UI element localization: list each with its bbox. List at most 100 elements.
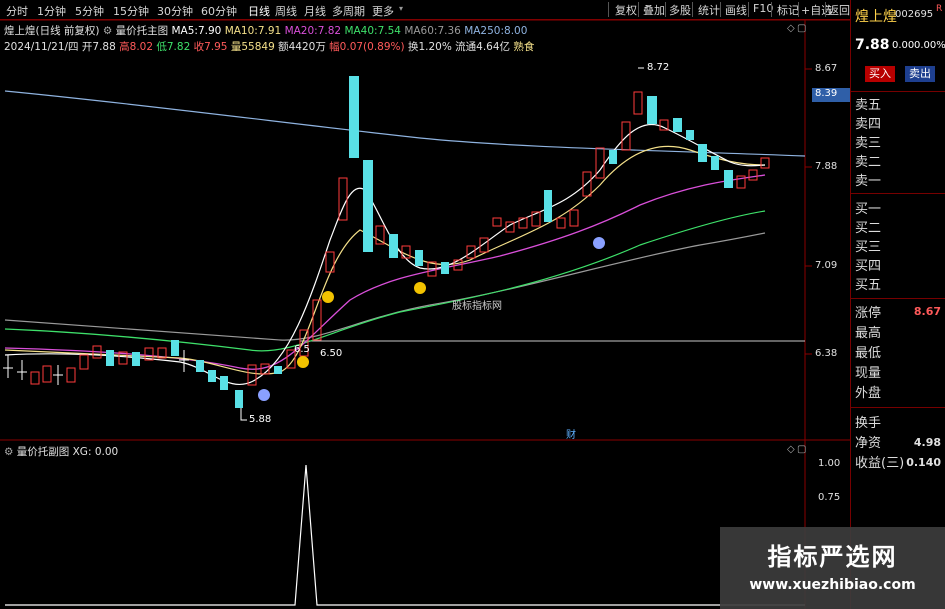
candle bbox=[106, 350, 114, 366]
stock-name: 煌上煌 bbox=[855, 9, 897, 25]
candle bbox=[171, 340, 179, 356]
ask-row-2: 卖二 bbox=[855, 155, 882, 170]
candle bbox=[208, 370, 216, 382]
sub-tick-label: 0.75 bbox=[818, 492, 841, 503]
xg-signal-line bbox=[5, 464, 805, 606]
sad-marker-icon[interactable] bbox=[593, 237, 605, 249]
candle bbox=[673, 118, 682, 132]
stat-turnover-label: 换手 bbox=[855, 416, 882, 431]
stat-high-label: 最高 bbox=[855, 326, 882, 341]
smile-marker-icon[interactable] bbox=[322, 291, 334, 303]
xg-value: 0.00 bbox=[94, 446, 119, 458]
low-annotation-line bbox=[240, 408, 247, 421]
candle bbox=[132, 352, 140, 366]
panel-divider bbox=[851, 193, 945, 194]
panel-divider bbox=[851, 91, 945, 92]
low-price-label: 5.88 bbox=[249, 414, 272, 425]
candle bbox=[274, 366, 282, 374]
quote-panel: 煌上煌 002695 R 7.88 0.00 0.00% 买入 卖出 卖五 卖四… bbox=[850, 0, 945, 609]
watermark-title: 指标严选网 bbox=[767, 543, 898, 571]
candle bbox=[698, 144, 707, 162]
stock-code: 002695 bbox=[895, 9, 934, 20]
stat-low-label: 最低 bbox=[855, 346, 882, 361]
chart-diamond-icon[interactable]: ◇ bbox=[787, 23, 795, 34]
stat-net-assets-label: 净资 bbox=[855, 436, 882, 451]
ma250-line bbox=[4, 90, 806, 157]
sell-button[interactable]: 卖出 bbox=[905, 66, 935, 82]
bid-row-3: 买三 bbox=[855, 240, 882, 255]
stat-net-assets-value: 4.98 bbox=[913, 436, 941, 449]
ask-row-1: 卖一 bbox=[855, 174, 882, 189]
bid-row-1: 买一 bbox=[855, 202, 882, 217]
buy-button[interactable]: 买入 bbox=[865, 66, 895, 82]
candle bbox=[66, 367, 76, 383]
stat-eps-value: 0.140 bbox=[906, 456, 941, 469]
candle bbox=[711, 156, 719, 170]
ma5-line bbox=[4, 123, 766, 386]
watermark-url: www.xuezhibiao.com bbox=[749, 577, 916, 593]
panel-divider bbox=[851, 407, 945, 408]
ask-row-5: 卖五 bbox=[855, 98, 882, 113]
sub-chart-header: ⚙ 量价托副图 XG: 0.00 bbox=[4, 444, 118, 459]
candle bbox=[42, 365, 52, 383]
candle bbox=[30, 371, 40, 385]
candle bbox=[325, 251, 335, 273]
stat-outer-label: 外盘 bbox=[855, 386, 882, 401]
current-price: 7.88 bbox=[855, 37, 890, 53]
ask-row-4: 卖四 bbox=[855, 117, 882, 132]
bid-row-4: 买四 bbox=[855, 259, 882, 274]
stat-volume-label: 现量 bbox=[855, 366, 882, 381]
candle bbox=[363, 160, 373, 252]
trading-app-window: 分时 1分钟 5分钟 15分钟 30分钟 60分钟 日线 周线 月线 多周期 更… bbox=[0, 0, 945, 609]
bid-row-2: 买二 bbox=[855, 221, 882, 236]
candle bbox=[748, 169, 758, 181]
sub-chart-diamond-icon[interactable]: ◇ bbox=[787, 444, 795, 455]
stat-limit-up-label: 涨停 bbox=[855, 306, 882, 321]
sub-chart-title[interactable]: 量价托副图 bbox=[17, 446, 70, 458]
price-tick-label: 6.38 bbox=[815, 348, 838, 359]
candle bbox=[556, 217, 566, 229]
candle bbox=[220, 376, 228, 390]
candle bbox=[609, 150, 617, 164]
r-mark: R bbox=[936, 4, 943, 14]
sub-chart-gear-icon[interactable]: ⚙ bbox=[4, 446, 13, 458]
candle bbox=[633, 91, 643, 115]
candle bbox=[349, 76, 359, 158]
price-tick-label: 7.88 bbox=[815, 161, 838, 172]
candle bbox=[724, 170, 733, 188]
site-watermark: 指标严选网 www.xuezhibiao.com bbox=[720, 527, 945, 609]
candle bbox=[647, 96, 657, 124]
price-change: 0.00 bbox=[892, 40, 915, 51]
sub-tick-label: 1.00 bbox=[818, 458, 841, 469]
candle bbox=[621, 121, 631, 151]
candle bbox=[235, 390, 243, 408]
current-price-tag: 8.39 bbox=[812, 88, 850, 102]
candle bbox=[196, 360, 204, 372]
high-price-label: 8.72 bbox=[647, 62, 670, 73]
candle bbox=[415, 250, 423, 266]
candle bbox=[389, 234, 398, 258]
panel-divider bbox=[851, 298, 945, 299]
candle bbox=[79, 354, 89, 370]
pivot-label: 6.50 bbox=[320, 348, 343, 359]
ma40-line bbox=[4, 210, 766, 352]
ma20-line bbox=[4, 174, 766, 370]
finance-marker[interactable]: 财 bbox=[566, 426, 576, 441]
kline-chart[interactable] bbox=[0, 0, 850, 609]
candle bbox=[569, 209, 579, 227]
candle bbox=[492, 217, 502, 227]
candle bbox=[441, 262, 449, 274]
xg-label: XG: bbox=[72, 446, 92, 458]
chart-expand-icon[interactable]: ▢ bbox=[797, 23, 806, 34]
candle bbox=[544, 190, 552, 222]
ask-row-3: 卖三 bbox=[855, 136, 882, 151]
candle bbox=[686, 130, 694, 140]
stat-limit-up-value: 8.67 bbox=[913, 305, 941, 318]
ma10-line bbox=[4, 145, 766, 375]
sad-marker-icon[interactable] bbox=[258, 389, 270, 401]
smile-marker-icon[interactable] bbox=[297, 356, 309, 368]
sub-chart-expand-icon[interactable]: ▢ bbox=[797, 444, 806, 455]
bid-row-5: 买五 bbox=[855, 278, 882, 293]
price-change-pct: 0.00% bbox=[914, 40, 945, 51]
smile-marker-icon[interactable] bbox=[414, 282, 426, 294]
